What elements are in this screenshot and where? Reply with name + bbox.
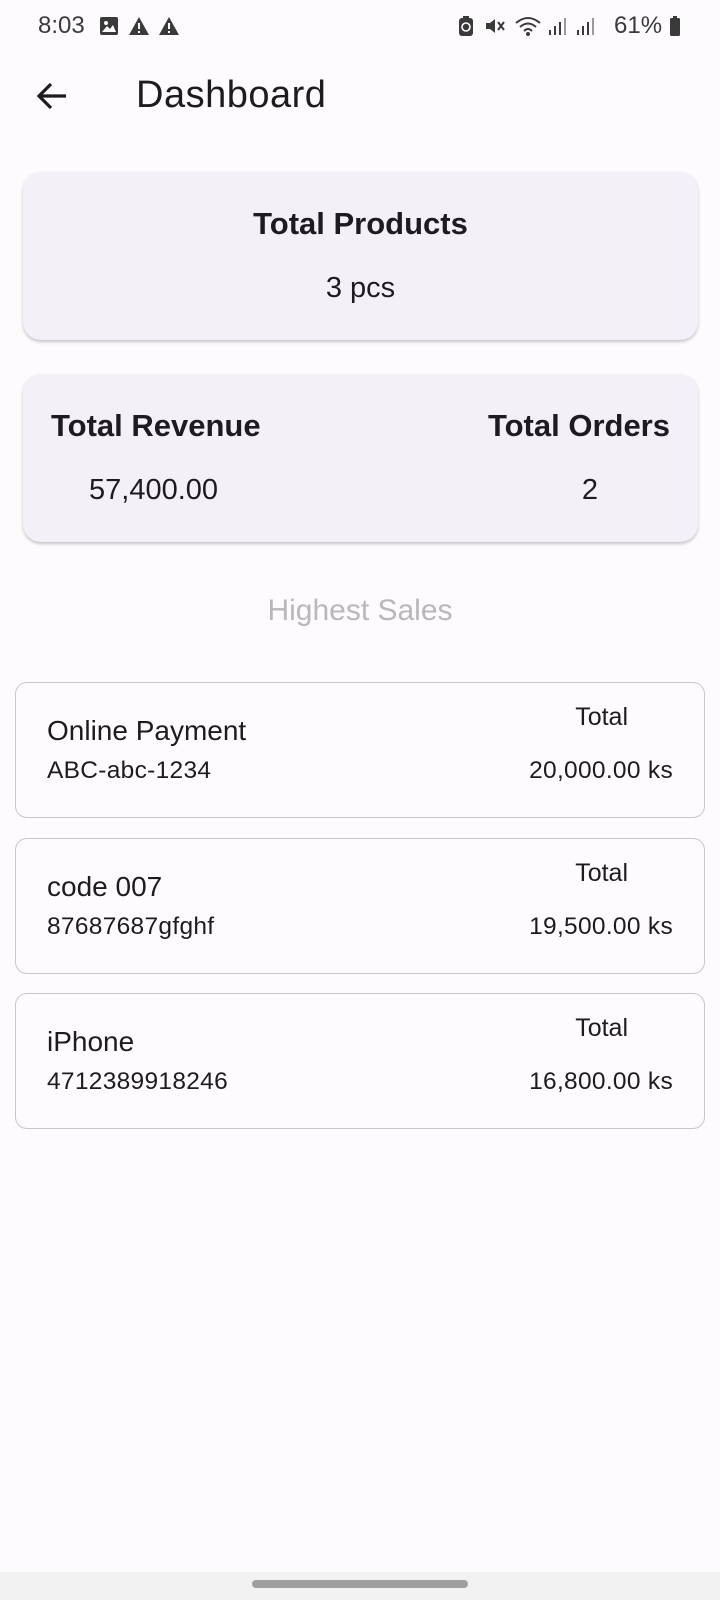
signal-icon xyxy=(574,15,596,37)
app-bar: Dashboard xyxy=(0,60,720,136)
sale-item-card[interactable]: code 007 87687687gfghf Total 19,500.00 k… xyxy=(15,838,705,974)
revenue-orders-card: Total Revenue 57,400.00 Total Orders 2 xyxy=(23,374,698,542)
battery-percent: 61% xyxy=(614,12,663,39)
total-orders-value: 2 xyxy=(581,474,598,506)
highest-sales-title: Highest Sales xyxy=(267,594,453,627)
mute-icon xyxy=(484,15,506,37)
sale-item-amount: 19,500.00 ks xyxy=(529,913,673,940)
status-bar: 8:03 61% xyxy=(0,0,720,52)
sale-item-code: ABC-abc-1234 xyxy=(47,757,212,784)
total-products-label: Total Products xyxy=(253,206,468,241)
sale-item-card[interactable]: Online Payment ABC-abc-1234 Total 20,000… xyxy=(15,682,705,818)
warning-icon xyxy=(158,15,180,37)
sale-item-total-label: Total xyxy=(575,703,628,731)
battery-saver-icon xyxy=(456,15,476,37)
total-products-card: Total Products 3 pcs xyxy=(23,172,698,340)
back-button[interactable] xyxy=(30,76,74,120)
total-revenue-label: Total Revenue xyxy=(51,408,261,443)
status-time: 8:03 xyxy=(38,12,85,39)
sale-item-code: 87687687gfghf xyxy=(47,913,215,940)
wifi-icon xyxy=(514,15,542,37)
sale-item-total-label: Total xyxy=(575,1014,628,1042)
sale-item-code: 4712389918246 xyxy=(47,1068,229,1095)
sale-item-name: iPhone xyxy=(47,1026,135,1057)
page-title: Dashboard xyxy=(136,74,327,116)
gesture-navigation-bar xyxy=(0,1572,720,1600)
home-gesture-handle[interactable] xyxy=(252,1580,468,1588)
dashboard-screen: 8:03 61% Dashboard Total Products 3 pcs … xyxy=(0,0,720,1600)
sale-item-card[interactable]: iPhone 4712389918246 Total 16,800.00 ks xyxy=(15,993,705,1129)
signal-icon xyxy=(546,15,568,37)
image-notification-icon xyxy=(98,15,120,37)
sale-item-total-label: Total xyxy=(575,859,628,887)
sale-item-amount: 16,800.00 ks xyxy=(529,1068,673,1095)
total-revenue-value: 57,400.00 xyxy=(89,474,219,506)
sale-item-name: code 007 xyxy=(47,871,163,902)
sale-item-name: Online Payment xyxy=(47,715,247,746)
total-orders-label: Total Orders xyxy=(487,408,670,443)
total-products-value: 3 pcs xyxy=(325,272,396,304)
arrow-back-icon xyxy=(35,81,69,116)
sale-item-amount: 20,000.00 ks xyxy=(529,757,673,784)
battery-icon xyxy=(668,15,682,37)
warning-icon xyxy=(128,15,150,37)
